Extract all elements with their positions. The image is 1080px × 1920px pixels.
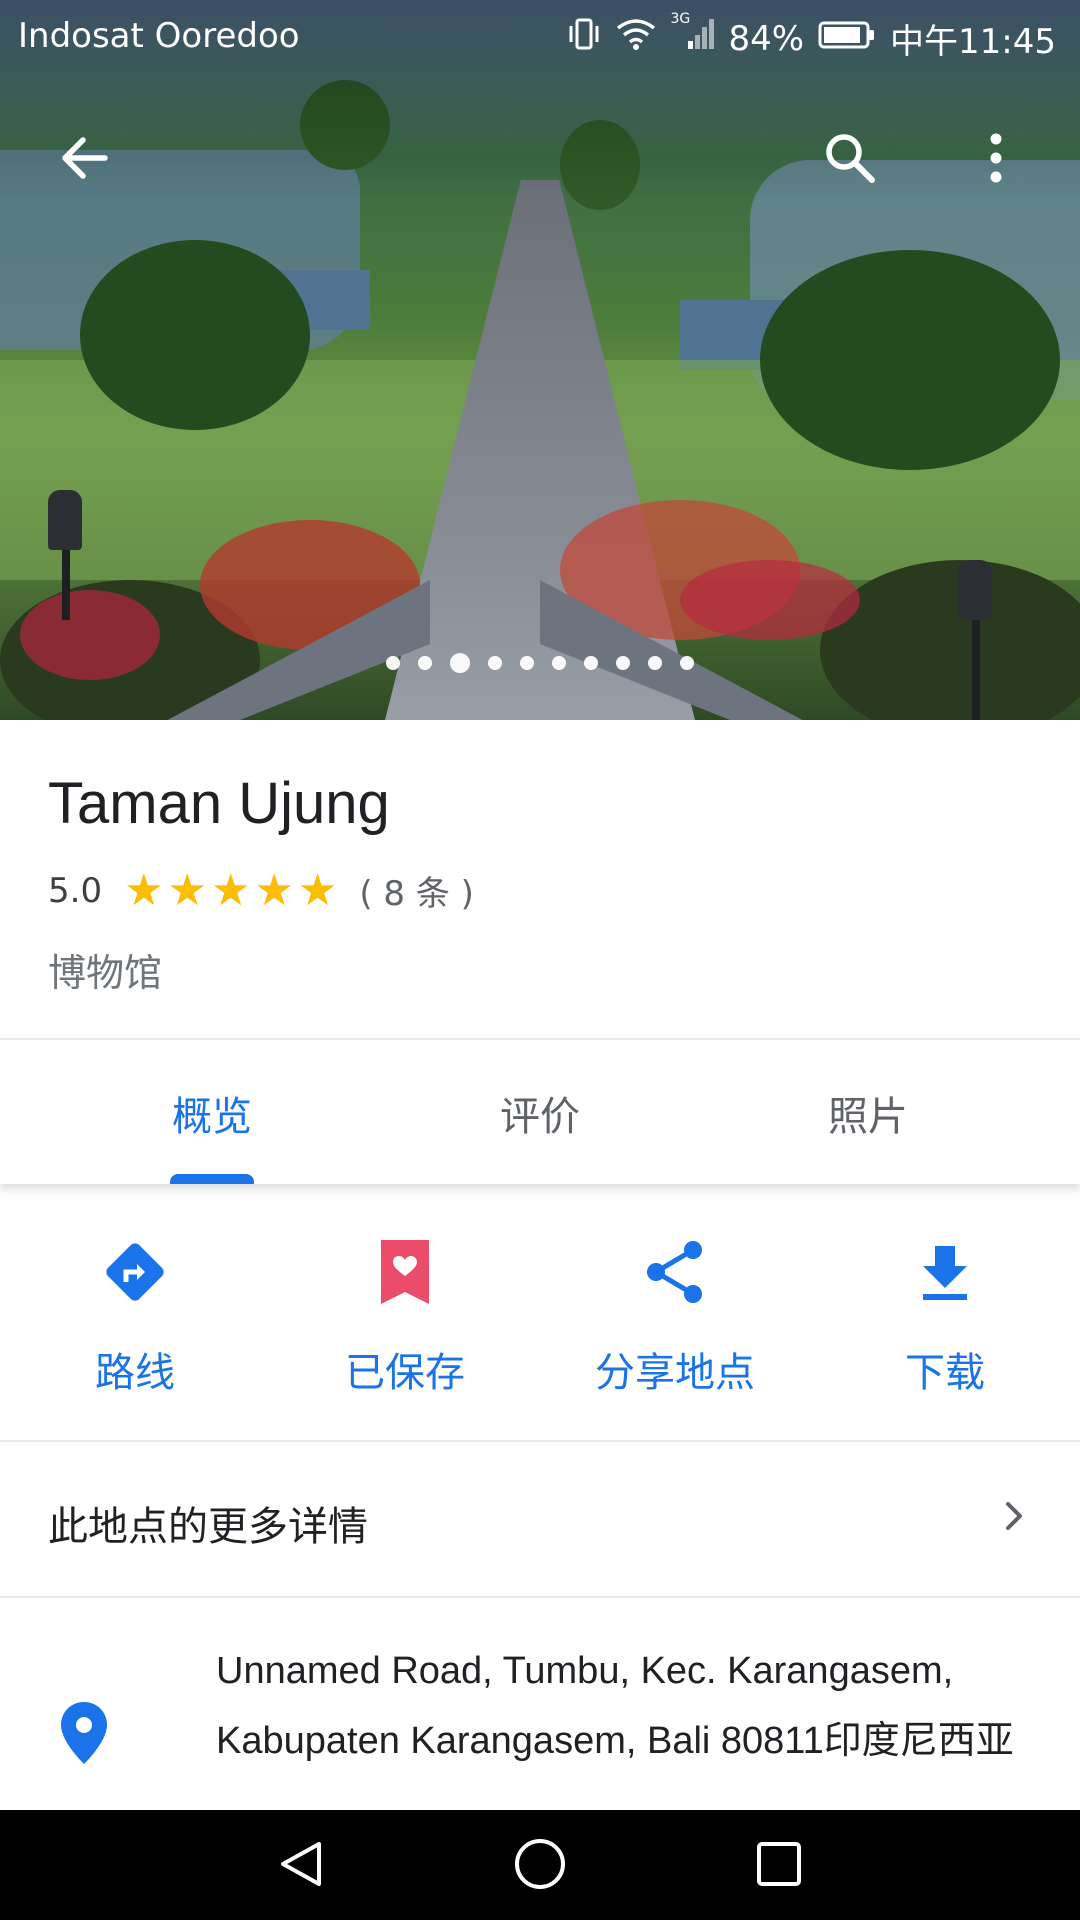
status-icons: 3G 84% 中午11:45 — [566, 11, 1056, 63]
pager-dot — [552, 656, 566, 670]
directions-label: 路线 — [95, 1350, 175, 1396]
star-icon: ★ — [297, 864, 338, 916]
tab-photos[interactable]: 照片 — [712, 1042, 1024, 1184]
share-label: 分享地点 — [595, 1350, 755, 1396]
rating-row[interactable]: 5.0 ★ ★ ★ ★ ★ ( 8 条 ) — [48, 866, 474, 915]
rating-value: 5.0 — [48, 870, 103, 911]
search-icon — [821, 129, 879, 191]
rating-stars: ★ ★ ★ ★ ★ — [124, 864, 338, 916]
directions-button[interactable]: 路线 — [0, 1200, 270, 1440]
photo-lamp — [48, 490, 82, 550]
tab-reviews-label: 评价 — [500, 1094, 580, 1140]
photo-flowers — [680, 560, 860, 640]
nav-home-button[interactable] — [495, 1828, 585, 1904]
pager-dot — [616, 656, 630, 670]
star-icon: ★ — [254, 864, 294, 916]
system-nav-bar — [0, 1810, 1080, 1920]
tab-photos-label: 照片 — [828, 1094, 908, 1140]
pager-dot — [450, 653, 470, 673]
saved-label: 已保存 — [345, 1350, 465, 1396]
more-details-row[interactable]: 此地点的更多详情 — [0, 1442, 1080, 1596]
address-row[interactable]: Unnamed Road, Tumbu, Kec. Karangasem, Ka… — [0, 1598, 1080, 1810]
tab-overview[interactable]: 概览 — [0, 1042, 424, 1184]
more-options-button[interactable] — [956, 120, 1036, 200]
signal-icon: 3G — [670, 11, 715, 60]
wifi-icon — [616, 18, 656, 59]
search-button[interactable] — [810, 120, 890, 200]
pager-dot — [648, 656, 662, 670]
battery-percent: 84% — [728, 18, 805, 59]
saved-button[interactable]: 已保存 — [270, 1200, 540, 1440]
photo-tree — [80, 240, 310, 430]
clock: 中午11:45 — [890, 22, 1056, 62]
tab-reviews[interactable]: 评价 — [384, 1042, 696, 1184]
photo-lamp-pole — [62, 540, 70, 620]
photo-lamp — [958, 560, 992, 620]
star-icon: ★ — [210, 864, 251, 916]
photo-tree — [820, 560, 1080, 720]
download-button[interactable]: 下载 — [810, 1200, 1080, 1440]
tab-bar: 概览 评价 照片 — [0, 1042, 1080, 1184]
share-button[interactable]: 分享地点 — [540, 1200, 810, 1440]
battery-icon — [818, 19, 876, 59]
nav-home-icon — [513, 1837, 567, 1895]
back-button[interactable] — [44, 120, 124, 200]
pager-dot — [386, 656, 400, 670]
nav-recents-button[interactable] — [734, 1828, 824, 1904]
hero-photo[interactable] — [0, 0, 1080, 720]
carrier-name: Indosat Ooredoo — [18, 16, 300, 56]
directions-icon — [99, 1236, 171, 1312]
photo-tree — [760, 250, 1060, 470]
share-icon — [643, 1238, 707, 1310]
status-bar: Indosat Ooredoo 3G 84% 中午11:45 — [0, 0, 1080, 72]
more-vert-icon — [986, 132, 1006, 188]
pager-dot — [488, 656, 502, 670]
nav-back-button[interactable] — [256, 1828, 346, 1904]
nav-recents-icon — [754, 1839, 804, 1893]
photo-pager-dots — [0, 653, 1080, 673]
saved-bookmark-icon — [377, 1236, 433, 1312]
download-label: 下载 — [905, 1350, 985, 1396]
network-type: 3G — [670, 11, 691, 27]
place-category: 博物馆 — [48, 951, 163, 995]
vibrate-icon — [566, 17, 602, 60]
tab-indicator — [170, 1174, 254, 1184]
pager-dot — [520, 656, 534, 670]
pager-dot — [680, 656, 694, 670]
star-icon: ★ — [124, 864, 164, 916]
review-count: ( 8 条 ) — [359, 874, 474, 914]
star-icon: ★ — [167, 864, 207, 916]
tab-overview-label: 概览 — [172, 1094, 252, 1140]
arrow-back-icon — [57, 131, 111, 189]
action-row: 路线 已保存 分享地点 下载 — [0, 1200, 1080, 1440]
pager-dot — [418, 656, 432, 670]
address-text: Unnamed Road, Tumbu, Kec. Karangasem, Ka… — [216, 1650, 1014, 1762]
divider — [0, 1038, 1080, 1040]
download-icon — [917, 1242, 973, 1306]
nav-back-icon — [275, 1838, 327, 1894]
pager-dot — [584, 656, 598, 670]
place-title: Taman Ujung — [48, 771, 390, 836]
location-pin-icon — [58, 1700, 110, 1770]
chevron-right-icon — [1000, 1496, 1028, 1540]
more-details-label: 此地点的更多详情 — [48, 1504, 368, 1550]
